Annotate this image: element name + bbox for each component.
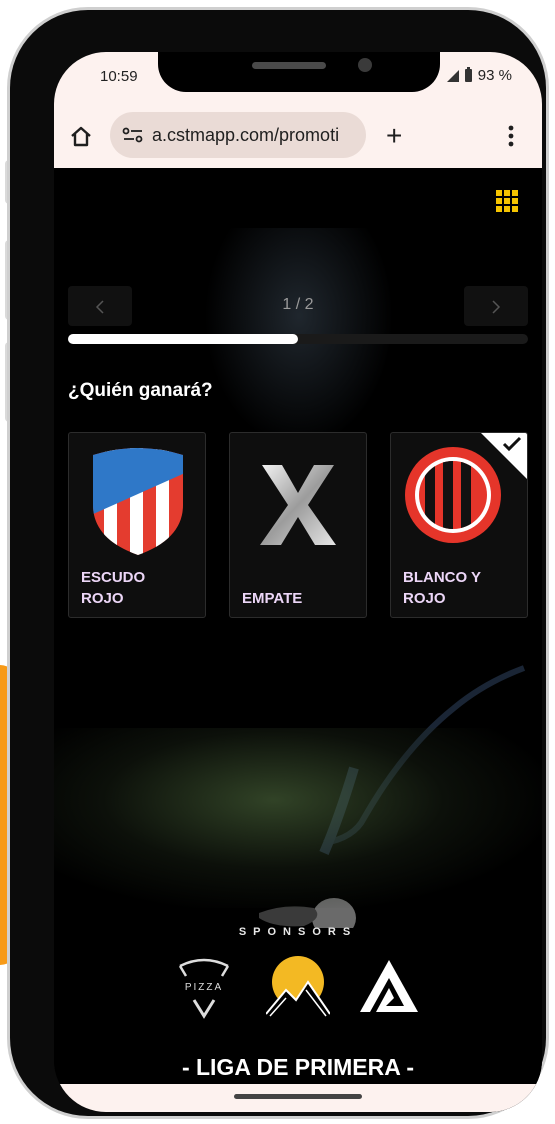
- browser-toolbar: a.cstmapp.com/promoti +: [54, 106, 542, 168]
- phone-screen: 10:59 93 % a.cstmapp.com/promoti + 1 / 2…: [54, 52, 542, 1112]
- new-tab-plus-icon[interactable]: +: [386, 122, 402, 150]
- status-time: 10:59: [100, 68, 138, 85]
- home-icon[interactable]: [70, 125, 92, 147]
- question-title: ¿Quién ganará?: [68, 380, 213, 401]
- promo-content: 1 / 2 ¿Quién ganará? ESCUDO ROJO EMPATE …: [54, 168, 542, 1112]
- status-bar: 10:59 93 %: [54, 52, 542, 106]
- x-draw-icon: [260, 465, 336, 545]
- site-settings-icon[interactable]: [122, 127, 144, 143]
- camera-notch: [158, 52, 440, 92]
- battery-percent: 93 %: [477, 67, 512, 84]
- progress-bar: [68, 334, 528, 344]
- sponsor-triangle[interactable]: [356, 954, 422, 1025]
- more-options-icon[interactable]: [508, 124, 514, 148]
- progress-fill: [68, 334, 298, 344]
- red-white-shield-icon: [93, 448, 183, 555]
- next-button[interactable]: [464, 286, 528, 326]
- phone-frame: 10:59 93 % a.cstmapp.com/promoti + 1 / 2…: [10, 10, 546, 1116]
- system-nav-bar: [54, 1084, 542, 1112]
- signal-icon: [446, 69, 459, 82]
- pizza-logo-icon: PIZZA: [178, 958, 230, 1019]
- battery-icon: [464, 67, 472, 82]
- option-label: BLANCO Y ROJO: [403, 569, 482, 607]
- triangle-a-logo-icon: [360, 960, 418, 1012]
- apps-grid-icon[interactable]: [496, 190, 518, 212]
- front-camera: [358, 58, 372, 72]
- sponsor-pizza[interactable]: PIZZA: [174, 954, 234, 1025]
- url-text[interactable]: a.cstmapp.com/promoti: [152, 125, 339, 146]
- status-icons: 93 %: [446, 67, 512, 84]
- checkmark-icon: [502, 436, 522, 452]
- mountain-sun-logo-icon: [265, 956, 331, 1017]
- sponsor-mountain[interactable]: [265, 954, 331, 1025]
- pitch-background: [54, 728, 542, 908]
- answer-option-empate[interactable]: EMPATE: [229, 432, 367, 618]
- svg-text:PIZZA: PIZZA: [185, 982, 223, 993]
- chevron-right-icon: [492, 300, 501, 314]
- address-bar[interactable]: a.cstmapp.com/promoti: [110, 112, 366, 158]
- league-title: - LIGA DE PRIMERA -: [181, 1054, 415, 1080]
- answer-option-escudo-rojo[interactable]: ESCUDO ROJO: [68, 432, 206, 618]
- answer-option-blanco-y-rojo[interactable]: BLANCO Y ROJO: [390, 432, 528, 618]
- home-gesture-handle[interactable]: [234, 1094, 362, 1099]
- sponsors-title: SPONSORS: [238, 926, 358, 938]
- option-label: EMPATE: [242, 590, 303, 607]
- speaker-slot: [252, 62, 326, 69]
- option-label: ESCUDO ROJO: [81, 569, 146, 607]
